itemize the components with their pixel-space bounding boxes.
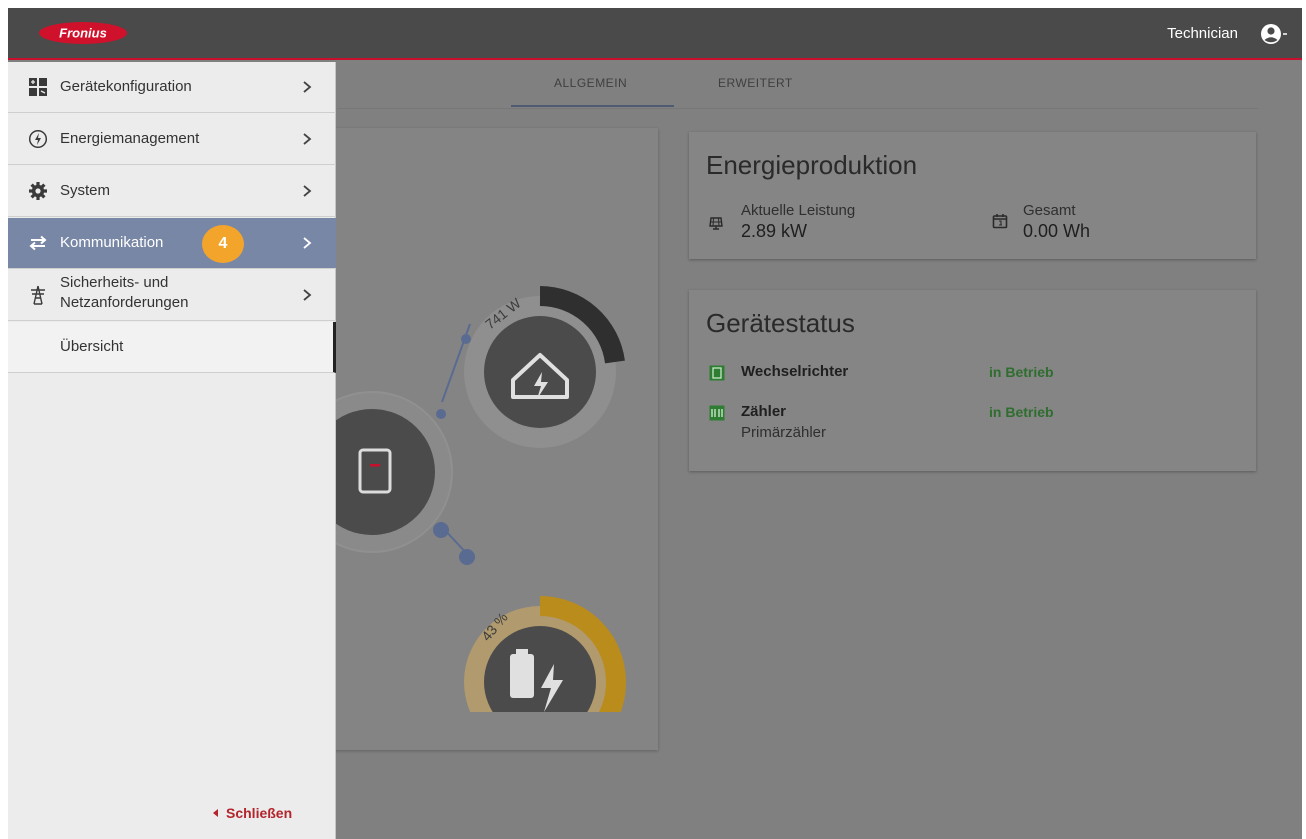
sidebar-item-uebersicht[interactable]: Übersicht bbox=[8, 322, 336, 373]
swap-arrows-icon bbox=[29, 235, 47, 251]
energy-flow-diagram: 741 W 43 % bbox=[330, 286, 627, 712]
sidebar-item-label: Energiemanagement bbox=[60, 130, 200, 147]
meter-status-icon bbox=[709, 405, 725, 421]
sidebar-item-kommunikation[interactable]: Kommunikation 4 bbox=[8, 218, 336, 269]
calendar-icon bbox=[992, 214, 1008, 229]
tab-erweitert[interactable]: ERWEITERT bbox=[718, 76, 793, 90]
chevron-right-icon bbox=[303, 185, 312, 197]
chevron-right-icon bbox=[303, 81, 312, 93]
flow-dot bbox=[433, 522, 449, 538]
battery-icon bbox=[510, 654, 534, 698]
device-status-card: Gerätestatus Wechselrichter in Betrieb Z… bbox=[689, 290, 1256, 471]
tab-divider bbox=[338, 108, 1258, 109]
gear-icon bbox=[29, 182, 47, 200]
device-name: Wechselrichter bbox=[741, 363, 849, 380]
sidebar-item-label: Gerätekonfiguration bbox=[60, 78, 192, 95]
flow-dot bbox=[459, 549, 475, 565]
device-name: Zähler bbox=[741, 403, 787, 420]
top-bar: Fronius Technician bbox=[8, 8, 1302, 60]
sidebar-item-geraetekonfiguration[interactable]: Gerätekonfiguration bbox=[8, 62, 336, 113]
power-tower-icon bbox=[31, 285, 45, 305]
device-config-icon bbox=[29, 78, 47, 96]
flow-dot bbox=[461, 334, 471, 344]
active-tab-indicator bbox=[511, 105, 674, 107]
caret-left-icon bbox=[213, 809, 218, 817]
solar-panel-icon bbox=[709, 217, 723, 230]
sidebar-item-label-line1: Sicherheits- und bbox=[60, 274, 169, 291]
chevron-right-icon bbox=[303, 133, 312, 145]
inverter-led bbox=[370, 464, 380, 467]
battery-node: 43 % bbox=[464, 596, 627, 712]
sidebar-item-sicherheits-netzanforderungen[interactable]: Sicherheits- und Netzanforderungen bbox=[8, 270, 336, 321]
navigation-sidebar: Gerätekonfiguration Energiemanagement Sy… bbox=[8, 62, 336, 839]
total-label: Gesamt bbox=[1023, 202, 1076, 219]
device-status: in Betrieb bbox=[989, 404, 1054, 420]
close-sidebar-link[interactable]: Schließen bbox=[213, 805, 292, 821]
sidebar-item-label: Übersicht bbox=[60, 338, 124, 355]
house-node: 741 W bbox=[464, 286, 625, 448]
status-card-title: Gerätestatus bbox=[706, 308, 855, 338]
flow-dot bbox=[436, 409, 446, 419]
tab-allgemein[interactable]: ALLGEMEIN bbox=[554, 76, 627, 90]
device-status: in Betrieb bbox=[989, 364, 1054, 380]
device-subtitle: Primärzähler bbox=[741, 424, 827, 441]
close-label: Schließen bbox=[226, 805, 293, 821]
sidebar-item-label-line2: Netzanforderungen bbox=[60, 294, 189, 311]
chevron-right-icon bbox=[303, 237, 312, 249]
current-power-label: Aktuelle Leistung bbox=[741, 202, 856, 219]
chevron-right-icon bbox=[303, 289, 312, 301]
sidebar-item-system[interactable]: System bbox=[8, 166, 336, 217]
account-circle-icon[interactable] bbox=[1260, 21, 1288, 47]
sidebar-item-label: Kommunikation bbox=[60, 234, 164, 251]
user-name: Technician bbox=[1167, 25, 1238, 42]
inverter-status-icon bbox=[709, 365, 725, 381]
energy-production-card: Energieproduktion Aktuelle Leistung 2.89… bbox=[689, 132, 1256, 259]
fronius-logo[interactable]: Fronius bbox=[38, 21, 128, 45]
step-badge: 4 bbox=[202, 225, 244, 263]
sidebar-item-label: System bbox=[60, 182, 111, 199]
total-value: 0.00 Wh bbox=[1023, 221, 1091, 241]
energy-icon bbox=[28, 129, 48, 149]
sidebar-item-energiemanagement[interactable]: Energiemanagement bbox=[8, 114, 336, 165]
energy-card-title: Energieproduktion bbox=[706, 150, 918, 180]
current-power-value: 2.89 kW bbox=[741, 221, 808, 241]
logo-text: Fronius bbox=[59, 26, 107, 41]
app-window: Fronius Technician ALLGEMEIN ERWEITERT 7… bbox=[8, 8, 1302, 839]
